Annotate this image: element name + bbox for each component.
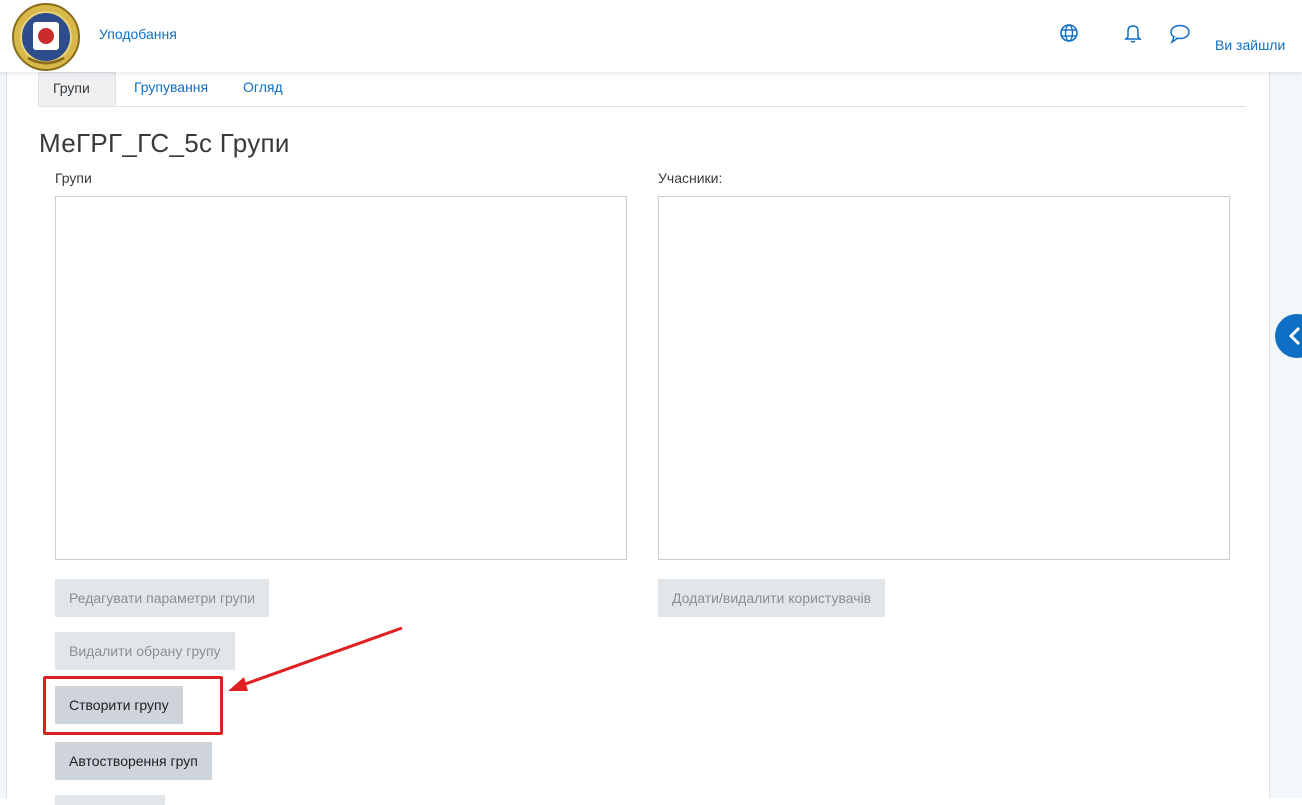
groups-label: Групи bbox=[55, 170, 92, 186]
notification-bell-icon[interactable] bbox=[1121, 21, 1145, 45]
create-group-button[interactable]: Створити групу bbox=[55, 686, 183, 724]
auto-create-groups-button[interactable]: Автостворення груп bbox=[55, 742, 212, 780]
university-logo[interactable] bbox=[6, 2, 86, 72]
user-login-info[interactable]: Ви зайшли bbox=[1215, 37, 1285, 53]
tab-groupings[interactable]: Групування bbox=[120, 72, 222, 106]
messages-icon[interactable] bbox=[1168, 21, 1192, 45]
top-navbar: Уподобання Ви зайшли bbox=[0, 0, 1302, 72]
edit-group-settings-button[interactable]: Редагувати параметри групи bbox=[55, 579, 270, 617]
members-listbox[interactable] bbox=[658, 196, 1230, 560]
drawer-toggle-button[interactable] bbox=[1275, 314, 1302, 358]
groups-listbox[interactable] bbox=[55, 196, 627, 560]
language-icon[interactable] bbox=[1057, 21, 1081, 45]
add-remove-users-button[interactable]: Додати/видалити користувачів bbox=[658, 579, 886, 617]
page-title: МеГРГ_ГС_5с Групи bbox=[39, 128, 290, 158]
tab-groups-label: Групи bbox=[53, 80, 90, 96]
tab-groups[interactable]: Групи bbox=[38, 72, 116, 106]
chevron-left-icon bbox=[1288, 326, 1301, 346]
tab-groupings-label: Групування bbox=[134, 79, 209, 95]
delete-selected-group-button[interactable]: Видалити обрану групу bbox=[55, 632, 235, 670]
tab-bar: Групи Групування Огляд bbox=[38, 72, 1246, 107]
preferences-link[interactable]: Уподобання bbox=[99, 26, 177, 42]
tab-overview-label: Огляд bbox=[243, 79, 283, 95]
tab-overview[interactable]: Огляд bbox=[229, 72, 297, 106]
members-label: Учасники: bbox=[658, 170, 723, 186]
partial-button[interactable] bbox=[55, 795, 165, 805]
